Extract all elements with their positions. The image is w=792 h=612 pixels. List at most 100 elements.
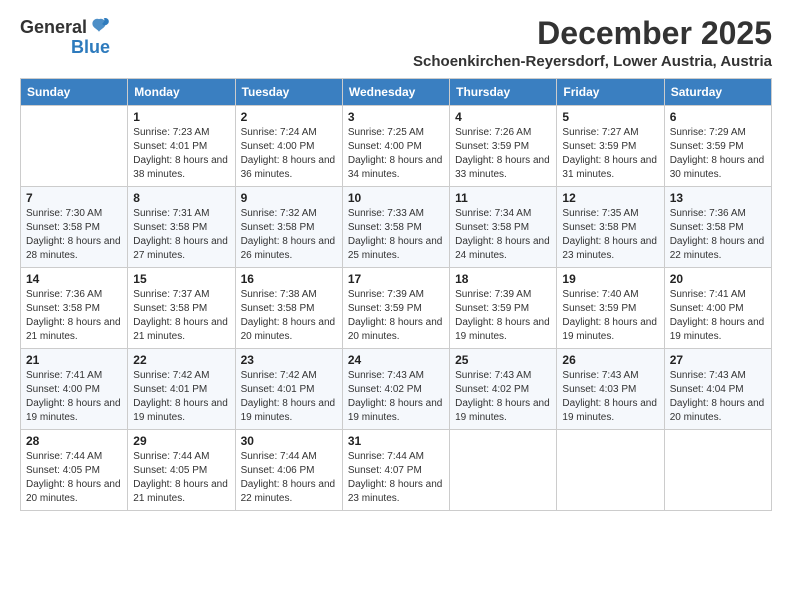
day-info: Sunrise: 7:31 AMSunset: 3:58 PMDaylight:… [133, 207, 229, 263]
day-number: 28 [26, 434, 122, 448]
day-info: Sunrise: 7:37 AMSunset: 3:58 PMDaylight:… [133, 288, 229, 344]
calendar-cell: 19 Sunrise: 7:40 AMSunset: 3:59 PMDaylig… [557, 268, 664, 349]
weekday-header: Saturday [664, 79, 771, 106]
day-number: 19 [562, 272, 658, 286]
calendar-cell: 30 Sunrise: 7:44 AMSunset: 4:06 PMDaylig… [235, 430, 342, 511]
day-info: Sunrise: 7:27 AMSunset: 3:59 PMDaylight:… [562, 126, 658, 182]
day-number: 4 [455, 110, 551, 124]
day-number: 12 [562, 191, 658, 205]
calendar-cell: 12 Sunrise: 7:35 AMSunset: 3:58 PMDaylig… [557, 187, 664, 268]
calendar-cell: 9 Sunrise: 7:32 AMSunset: 3:58 PMDayligh… [235, 187, 342, 268]
day-info: Sunrise: 7:40 AMSunset: 3:59 PMDaylight:… [562, 288, 658, 344]
day-info: Sunrise: 7:34 AMSunset: 3:58 PMDaylight:… [455, 207, 551, 263]
calendar-header-row: SundayMondayTuesdayWednesdayThursdayFrid… [21, 79, 772, 106]
day-info: Sunrise: 7:43 AMSunset: 4:02 PMDaylight:… [348, 369, 444, 425]
day-info: Sunrise: 7:29 AMSunset: 3:59 PMDaylight:… [670, 126, 766, 182]
day-number: 26 [562, 353, 658, 367]
weekday-header: Friday [557, 79, 664, 106]
calendar-cell [664, 430, 771, 511]
day-info: Sunrise: 7:43 AMSunset: 4:04 PMDaylight:… [670, 369, 766, 425]
day-info: Sunrise: 7:30 AMSunset: 3:58 PMDaylight:… [26, 207, 122, 263]
day-number: 7 [26, 191, 122, 205]
day-info: Sunrise: 7:36 AMSunset: 3:58 PMDaylight:… [26, 288, 122, 344]
calendar-cell: 27 Sunrise: 7:43 AMSunset: 4:04 PMDaylig… [664, 349, 771, 430]
day-info: Sunrise: 7:42 AMSunset: 4:01 PMDaylight:… [133, 369, 229, 425]
day-info: Sunrise: 7:36 AMSunset: 3:58 PMDaylight:… [670, 207, 766, 263]
calendar-cell: 31 Sunrise: 7:44 AMSunset: 4:07 PMDaylig… [342, 430, 449, 511]
calendar-cell [557, 430, 664, 511]
day-number: 16 [241, 272, 337, 286]
day-number: 22 [133, 353, 229, 367]
calendar-cell: 5 Sunrise: 7:27 AMSunset: 3:59 PMDayligh… [557, 106, 664, 187]
calendar-cell: 23 Sunrise: 7:42 AMSunset: 4:01 PMDaylig… [235, 349, 342, 430]
day-info: Sunrise: 7:23 AMSunset: 4:01 PMDaylight:… [133, 126, 229, 182]
logo-blue: Blue [71, 38, 110, 56]
calendar-cell: 7 Sunrise: 7:30 AMSunset: 3:58 PMDayligh… [21, 187, 128, 268]
day-number: 5 [562, 110, 658, 124]
calendar-cell: 4 Sunrise: 7:26 AMSunset: 3:59 PMDayligh… [450, 106, 557, 187]
weekday-header: Sunday [21, 79, 128, 106]
day-number: 10 [348, 191, 444, 205]
day-info: Sunrise: 7:44 AMSunset: 4:05 PMDaylight:… [133, 450, 229, 506]
day-info: Sunrise: 7:26 AMSunset: 3:59 PMDaylight:… [455, 126, 551, 182]
day-number: 27 [670, 353, 766, 367]
calendar-cell: 8 Sunrise: 7:31 AMSunset: 3:58 PMDayligh… [128, 187, 235, 268]
calendar-cell: 11 Sunrise: 7:34 AMSunset: 3:58 PMDaylig… [450, 187, 557, 268]
day-info: Sunrise: 7:41 AMSunset: 4:00 PMDaylight:… [26, 369, 122, 425]
day-number: 2 [241, 110, 337, 124]
calendar-cell: 18 Sunrise: 7:39 AMSunset: 3:59 PMDaylig… [450, 268, 557, 349]
calendar-cell [450, 430, 557, 511]
month-title: December 2025 [413, 16, 772, 51]
calendar-cell: 3 Sunrise: 7:25 AMSunset: 4:00 PMDayligh… [342, 106, 449, 187]
calendar-cell: 21 Sunrise: 7:41 AMSunset: 4:00 PMDaylig… [21, 349, 128, 430]
calendar-week-row: 1 Sunrise: 7:23 AMSunset: 4:01 PMDayligh… [21, 106, 772, 187]
day-number: 1 [133, 110, 229, 124]
calendar-cell: 16 Sunrise: 7:38 AMSunset: 3:58 PMDaylig… [235, 268, 342, 349]
calendar-week-row: 21 Sunrise: 7:41 AMSunset: 4:00 PMDaylig… [21, 349, 772, 430]
day-number: 29 [133, 434, 229, 448]
calendar-cell: 10 Sunrise: 7:33 AMSunset: 3:58 PMDaylig… [342, 187, 449, 268]
calendar-cell: 1 Sunrise: 7:23 AMSunset: 4:01 PMDayligh… [128, 106, 235, 187]
weekday-header: Monday [128, 79, 235, 106]
calendar-cell: 6 Sunrise: 7:29 AMSunset: 3:59 PMDayligh… [664, 106, 771, 187]
day-info: Sunrise: 7:39 AMSunset: 3:59 PMDaylight:… [348, 288, 444, 344]
title-block: December 2025 Schoenkirchen-Reyersdorf, … [413, 16, 772, 70]
day-number: 23 [241, 353, 337, 367]
calendar-week-row: 14 Sunrise: 7:36 AMSunset: 3:58 PMDaylig… [21, 268, 772, 349]
day-info: Sunrise: 7:25 AMSunset: 4:00 PMDaylight:… [348, 126, 444, 182]
weekday-header: Tuesday [235, 79, 342, 106]
calendar-cell: 13 Sunrise: 7:36 AMSunset: 3:58 PMDaylig… [664, 187, 771, 268]
day-info: Sunrise: 7:44 AMSunset: 4:05 PMDaylight:… [26, 450, 122, 506]
day-number: 20 [670, 272, 766, 286]
calendar-cell: 20 Sunrise: 7:41 AMSunset: 4:00 PMDaylig… [664, 268, 771, 349]
calendar-cell: 24 Sunrise: 7:43 AMSunset: 4:02 PMDaylig… [342, 349, 449, 430]
logo: General Blue [20, 16, 110, 56]
calendar-cell: 26 Sunrise: 7:43 AMSunset: 4:03 PMDaylig… [557, 349, 664, 430]
day-info: Sunrise: 7:32 AMSunset: 3:58 PMDaylight:… [241, 207, 337, 263]
page-header: General Blue December 2025 Schoenkirchen… [20, 16, 772, 70]
day-number: 11 [455, 191, 551, 205]
day-info: Sunrise: 7:44 AMSunset: 4:06 PMDaylight:… [241, 450, 337, 506]
calendar-week-row: 7 Sunrise: 7:30 AMSunset: 3:58 PMDayligh… [21, 187, 772, 268]
calendar-cell [21, 106, 128, 187]
day-number: 9 [241, 191, 337, 205]
day-info: Sunrise: 7:33 AMSunset: 3:58 PMDaylight:… [348, 207, 444, 263]
day-info: Sunrise: 7:24 AMSunset: 4:00 PMDaylight:… [241, 126, 337, 182]
day-info: Sunrise: 7:38 AMSunset: 3:58 PMDaylight:… [241, 288, 337, 344]
day-number: 8 [133, 191, 229, 205]
logo-bird-icon [88, 16, 110, 38]
calendar-cell: 15 Sunrise: 7:37 AMSunset: 3:58 PMDaylig… [128, 268, 235, 349]
day-number: 31 [348, 434, 444, 448]
day-number: 24 [348, 353, 444, 367]
day-info: Sunrise: 7:35 AMSunset: 3:58 PMDaylight:… [562, 207, 658, 263]
weekday-header: Thursday [450, 79, 557, 106]
day-number: 18 [455, 272, 551, 286]
calendar-cell: 14 Sunrise: 7:36 AMSunset: 3:58 PMDaylig… [21, 268, 128, 349]
calendar-week-row: 28 Sunrise: 7:44 AMSunset: 4:05 PMDaylig… [21, 430, 772, 511]
logo-general: General [20, 18, 87, 36]
day-number: 13 [670, 191, 766, 205]
calendar-cell: 29 Sunrise: 7:44 AMSunset: 4:05 PMDaylig… [128, 430, 235, 511]
calendar-cell: 17 Sunrise: 7:39 AMSunset: 3:59 PMDaylig… [342, 268, 449, 349]
day-info: Sunrise: 7:43 AMSunset: 4:03 PMDaylight:… [562, 369, 658, 425]
calendar-cell: 2 Sunrise: 7:24 AMSunset: 4:00 PMDayligh… [235, 106, 342, 187]
